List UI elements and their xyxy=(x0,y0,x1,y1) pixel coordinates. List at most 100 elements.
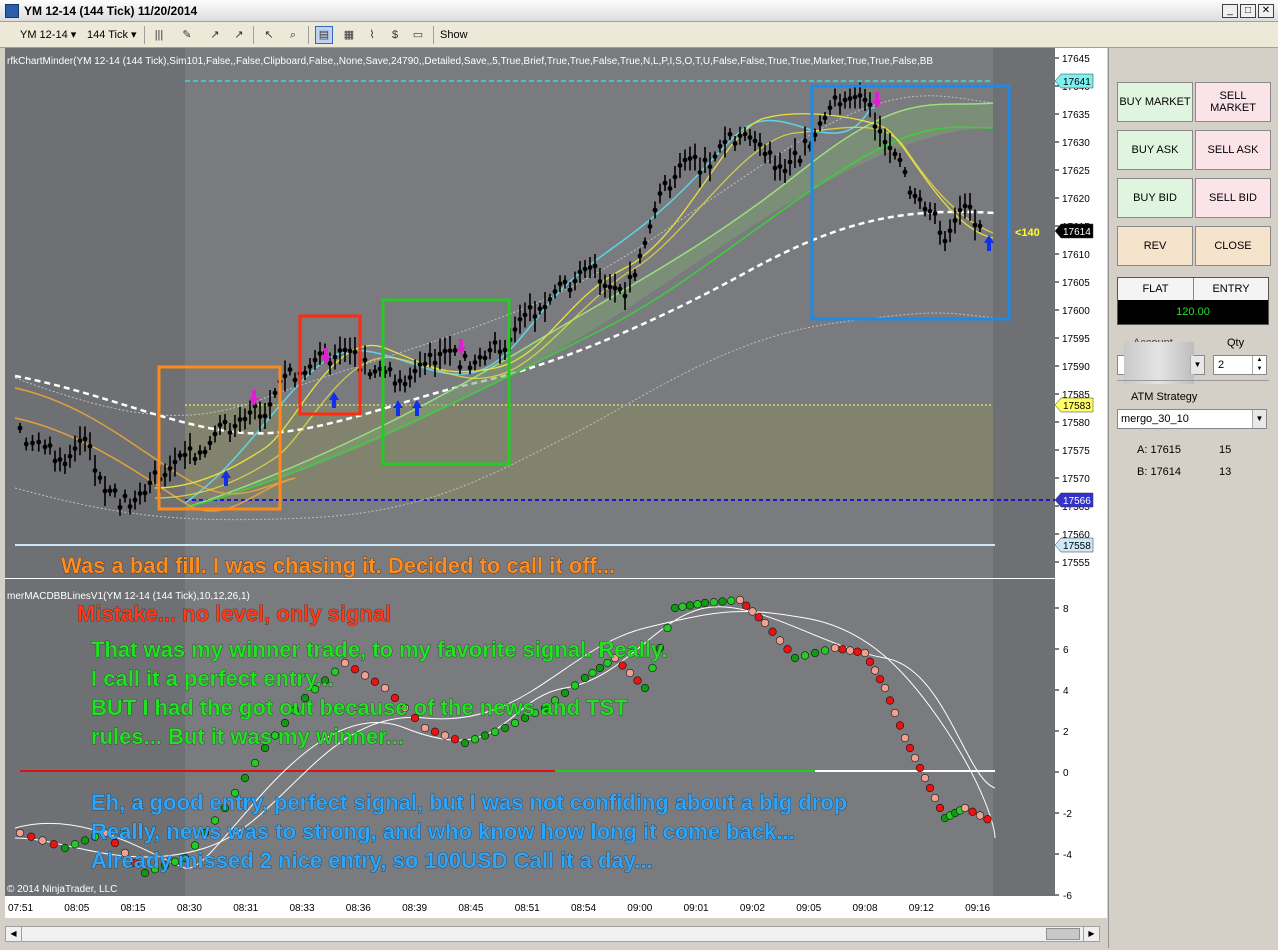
zoom-icon[interactable]: ⌕ xyxy=(284,26,302,44)
atm-label: ATM Strategy xyxy=(1131,391,1198,403)
macd-tick-label: 6 xyxy=(1063,645,1069,656)
price-flag-label: 17583 xyxy=(1063,401,1091,412)
price-tick-label: 17570 xyxy=(1062,474,1090,485)
time-tick-label: 09:02 xyxy=(740,903,765,914)
window-title: YM 12-14 (144 Tick) 11/20/2014 xyxy=(24,4,198,18)
sell-bid-button[interactable]: SELL BID xyxy=(1195,178,1271,218)
macd-tick-label: 0 xyxy=(1063,768,1069,779)
price-tick-label: 17595 xyxy=(1062,334,1090,345)
bar-style-icon[interactable]: ||| xyxy=(150,26,168,44)
price-tick-label: 17620 xyxy=(1062,194,1090,205)
bid-label: B: 17614 xyxy=(1137,466,1182,478)
atm-section: ATM Strategy xyxy=(1117,380,1269,408)
last-price-note: <140 xyxy=(1015,227,1040,239)
time-tick-label: 08:30 xyxy=(177,903,202,914)
note-winner-4: rules... But it was my winner... xyxy=(91,724,404,749)
macd-tick-label: 4 xyxy=(1063,686,1069,697)
time-tick-label: 09:12 xyxy=(909,903,934,914)
target-zone xyxy=(185,405,993,500)
price-flag-label: 17641 xyxy=(1063,77,1091,88)
data-box-icon[interactable]: ▭ xyxy=(409,26,427,44)
ask-label: A: 17615 xyxy=(1137,444,1182,456)
qty-label: Qty xyxy=(1227,337,1245,349)
show-button[interactable]: Show xyxy=(440,26,468,44)
close-window-button[interactable]: ✕ xyxy=(1258,4,1274,18)
price-tick-label: 17635 xyxy=(1062,110,1090,121)
time-tick-label: 08:33 xyxy=(290,903,315,914)
note-winner-1: That was my winner trade, to my favorite… xyxy=(91,637,668,662)
chevron-down-icon[interactable]: ▼ xyxy=(1190,356,1204,374)
ask-size: 15 xyxy=(1219,444,1232,456)
sell-market-button[interactable]: SELL MARKET xyxy=(1195,82,1271,122)
copyright-label: © 2014 NinjaTrader, LLC xyxy=(7,884,117,895)
chart-trader-icon[interactable]: ▤ xyxy=(315,26,333,44)
minimize-button[interactable]: _ xyxy=(1222,4,1238,18)
maximize-button[interactable]: □ xyxy=(1240,4,1256,18)
price-flag-label: 17614 xyxy=(1063,227,1091,238)
atm-value: mergo_30_10 xyxy=(1121,413,1189,425)
position-status: FLAT xyxy=(1118,278,1194,300)
strategies-icon[interactable]: ⌇ xyxy=(363,26,381,44)
time-tick-label: 08:36 xyxy=(346,903,371,914)
note-good-1: Eh, a good entry, perfect signal, but I … xyxy=(91,790,847,815)
price-tick-label: 17555 xyxy=(1062,558,1090,569)
cursor-icon[interactable]: ↖ xyxy=(260,26,278,44)
instrument-selector[interactable]: YM 12-14 ▾ xyxy=(20,26,76,44)
scroll-left-icon[interactable]: ◀ xyxy=(6,927,22,941)
price-chart[interactable]: 1764517640176351763017625176201761517610… xyxy=(5,48,1107,918)
scroll-right-icon[interactable]: ▶ xyxy=(1083,927,1099,941)
time-tick-label: 08:05 xyxy=(64,903,89,914)
time-tick-label: 08:54 xyxy=(571,903,596,914)
price-flag-label: 17566 xyxy=(1063,496,1091,507)
price-tick-label: 17590 xyxy=(1062,362,1090,373)
macd-tick-label: -6 xyxy=(1063,891,1072,902)
sell-ask-button[interactable]: SELL ASK xyxy=(1195,130,1271,170)
time-tick-label: 08:15 xyxy=(121,903,146,914)
buy-ask-button[interactable]: BUY ASK xyxy=(1117,130,1193,170)
rev-button[interactable]: REV xyxy=(1117,226,1193,266)
account-select[interactable]: ▼ xyxy=(1117,342,1205,384)
buy-market-button[interactable]: BUY MARKET xyxy=(1117,82,1193,122)
macd-tick-label: -2 xyxy=(1063,809,1072,820)
properties-icon[interactable]: $ xyxy=(386,26,404,44)
note-good-3: Already missed 2 nice entry, so 100USD C… xyxy=(91,848,653,873)
chart-trader-panel: BUY MARKET SELL MARKET BUY ASK SELL ASK … xyxy=(1108,48,1278,948)
note-good-2: Really, news was to strong, and who know… xyxy=(91,819,795,844)
price-tick-label: 17575 xyxy=(1062,446,1090,457)
note-winner-3: BUT I had the got out because of the new… xyxy=(91,695,628,720)
buy-bid-button[interactable]: BUY BID xyxy=(1117,178,1193,218)
price-tick-label: 17610 xyxy=(1062,250,1090,261)
stepper-arrows-icon[interactable]: ▲ ▼ xyxy=(1252,356,1266,374)
chart-toolbar: YM 12-14 ▾ 144 Tick ▾ ||| ✎ ↗ ↗ ↖ ⌕ ▤ ▦ … xyxy=(0,22,1278,48)
close-position-button[interactable]: CLOSE xyxy=(1195,226,1271,266)
interval-selector[interactable]: 144 Tick ▾ xyxy=(87,26,137,44)
time-tick-label: 07:51 xyxy=(8,903,33,914)
interval-label: 144 Tick xyxy=(87,29,128,41)
time-tick-label: 09:01 xyxy=(684,903,709,914)
position-display: FLAT ENTRY 120.00 xyxy=(1117,277,1269,325)
price-tick-label: 17605 xyxy=(1062,278,1090,289)
price-tick-label: 17625 xyxy=(1062,166,1090,177)
qty-stepper[interactable]: 2 ▲ ▼ xyxy=(1213,355,1267,375)
time-tick-label: 09:08 xyxy=(853,903,878,914)
price-tick-label: 17630 xyxy=(1062,138,1090,149)
disabled-tool-icon[interactable]: ↗ xyxy=(230,26,248,44)
window-titlebar: YM 12-14 (144 Tick) 11/20/2014 _ □ ✕ xyxy=(0,0,1278,22)
price-tick-label: 17645 xyxy=(1062,54,1090,65)
macd-tick-label: 2 xyxy=(1063,727,1069,738)
drawing-tools-icon[interactable]: ↗ xyxy=(206,26,224,44)
price-tick-label: 17600 xyxy=(1062,306,1090,317)
time-axis xyxy=(5,896,1107,918)
horizontal-scrollbar[interactable]: ◀ ▶ xyxy=(5,926,1100,942)
time-tick-label: 08:51 xyxy=(515,903,540,914)
chart-canvas[interactable]: 1764517640176351763017625176201761517610… xyxy=(5,48,1107,918)
indicators-icon[interactable]: ▦ xyxy=(340,26,358,44)
pencil-icon[interactable]: ✎ xyxy=(178,26,196,44)
note-mistake: Mistake... no level, only signal xyxy=(77,601,391,626)
atm-strategy-select[interactable]: mergo_30_10 ▼ xyxy=(1117,409,1267,429)
scroll-thumb[interactable] xyxy=(1046,928,1080,940)
indicator-top-label: rfkChartMinder(YM 12-14 (144 Tick),Sim10… xyxy=(7,56,933,67)
time-tick-label: 09:05 xyxy=(796,903,821,914)
chevron-down-icon[interactable]: ▼ xyxy=(1252,410,1266,428)
time-tick-label: 09:00 xyxy=(627,903,652,914)
